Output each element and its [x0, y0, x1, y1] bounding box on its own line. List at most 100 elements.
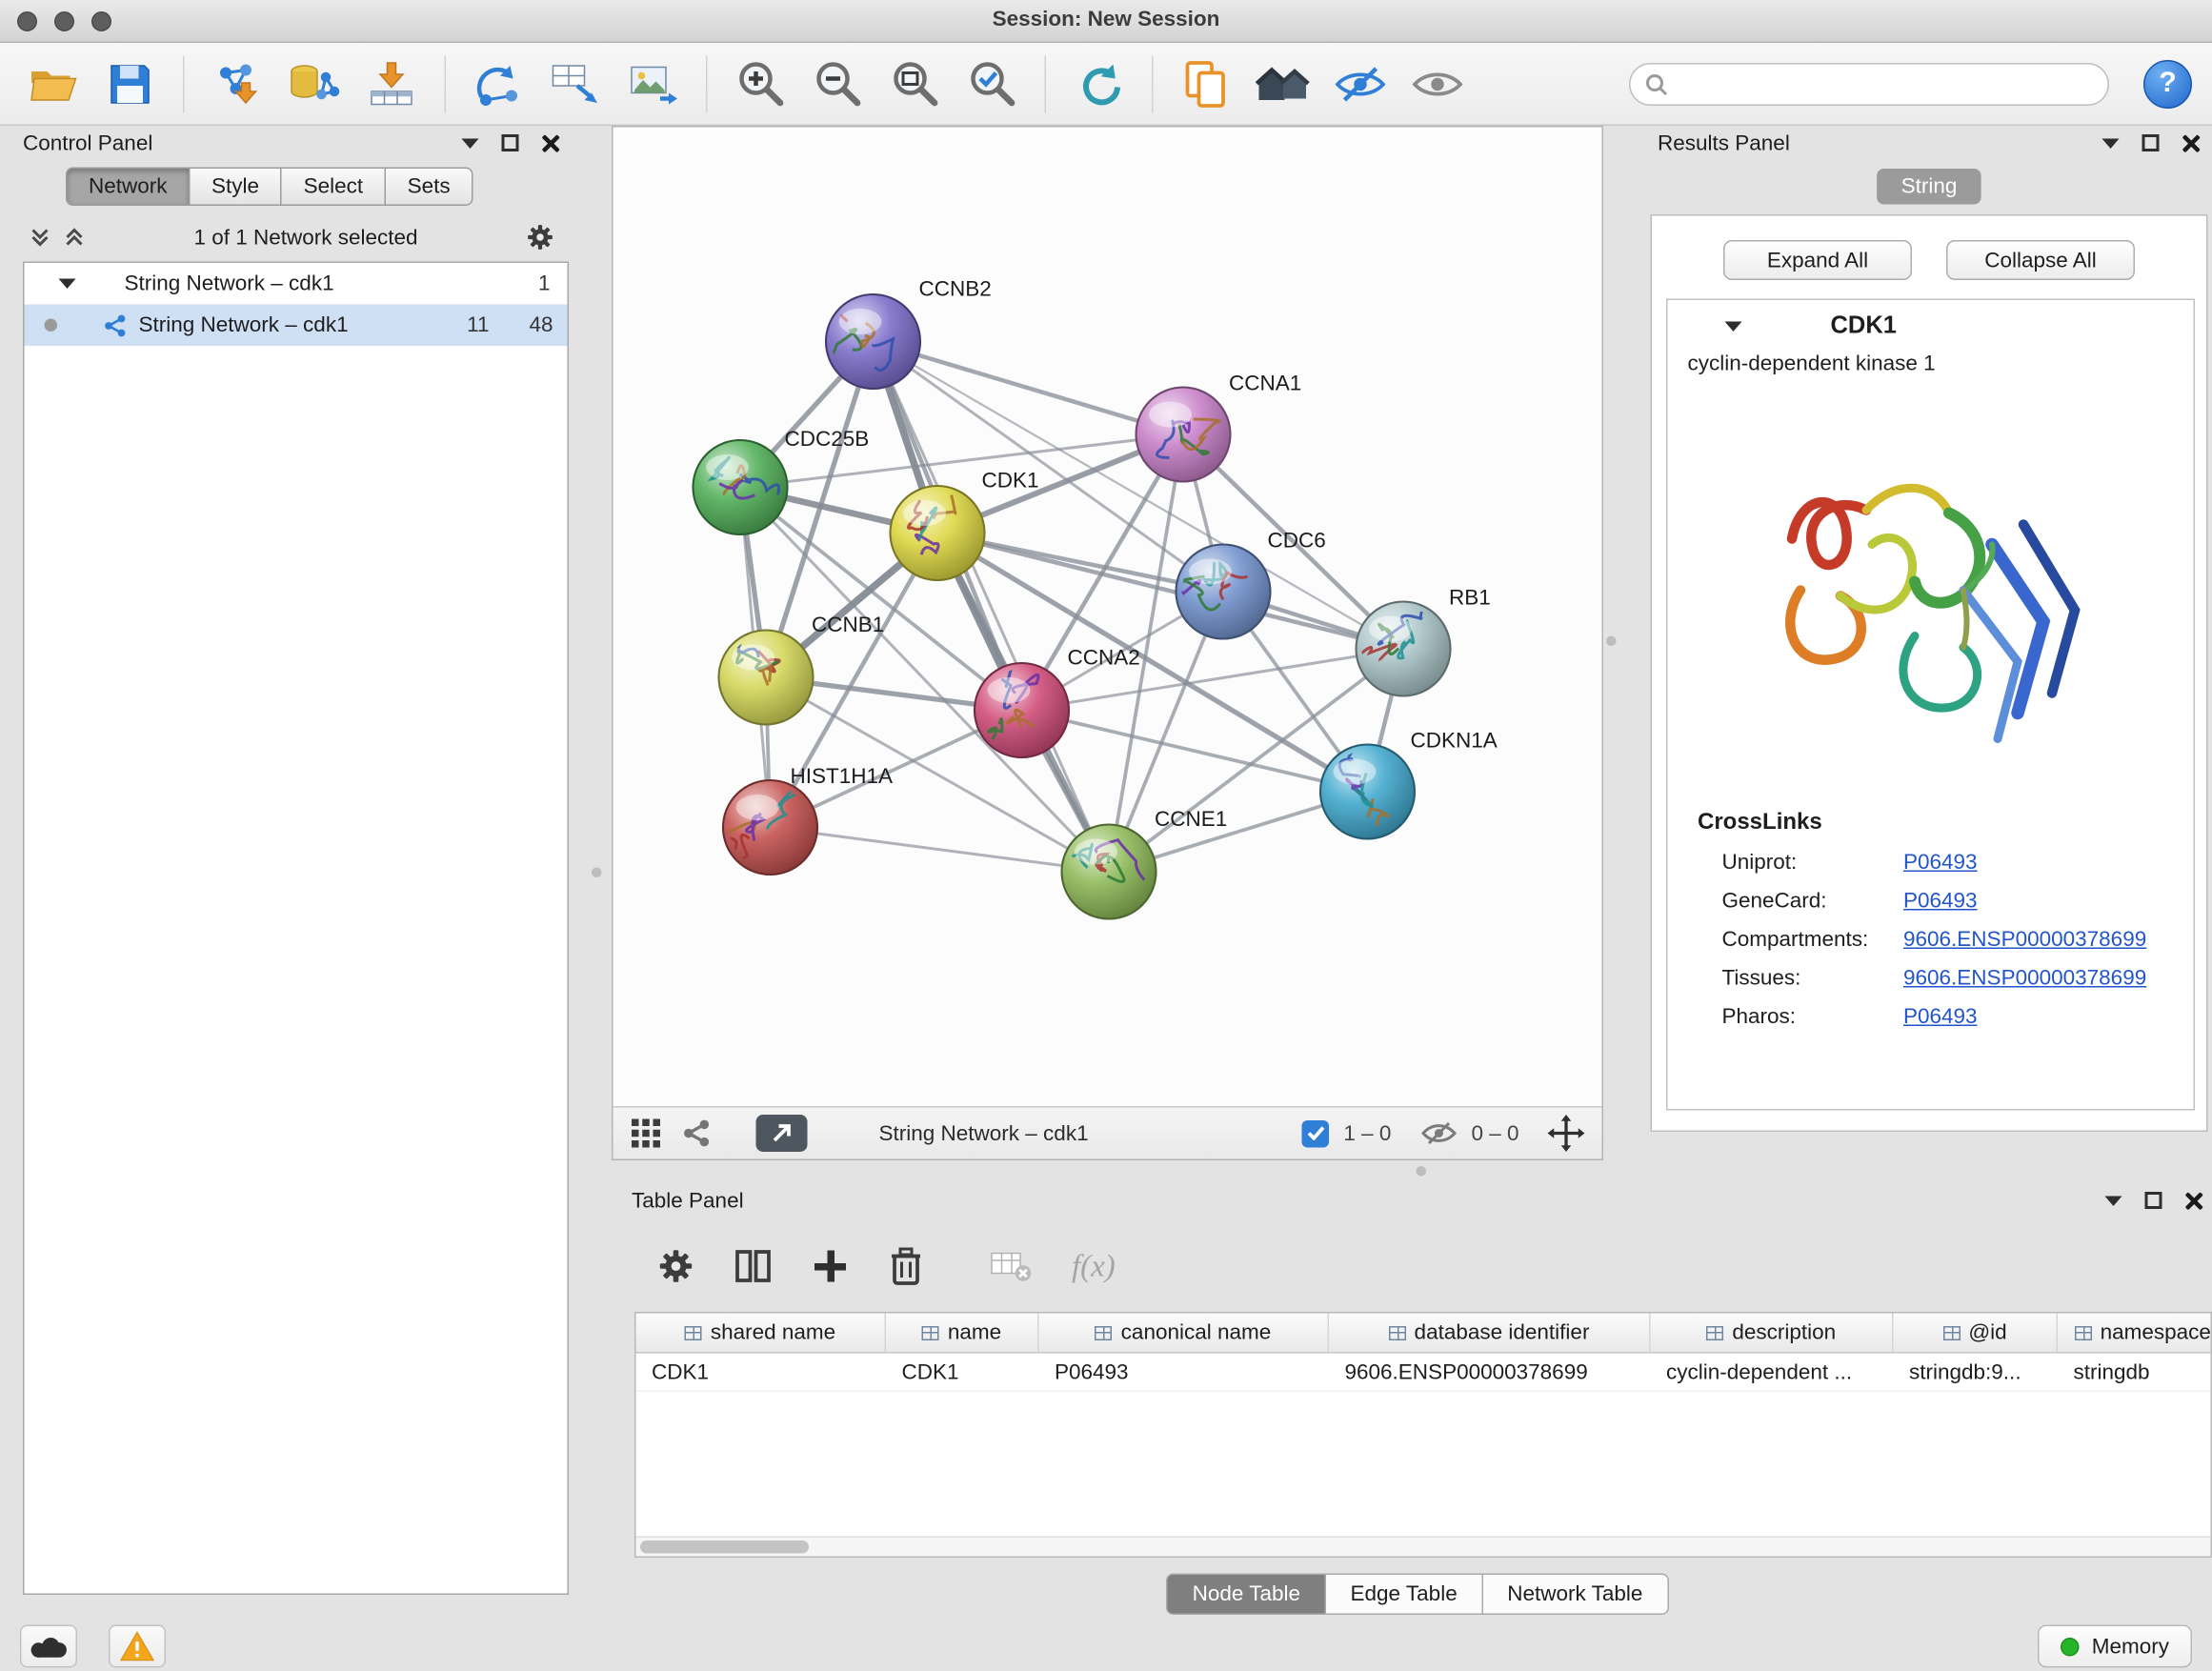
results-panel-maximize-button[interactable]	[2142, 134, 2160, 151]
show-columns-icon[interactable]	[734, 1248, 772, 1285]
zoom-selected-button[interactable]	[959, 50, 1025, 116]
column-header-description[interactable]: description	[1651, 1314, 1894, 1353]
crosslink-link[interactable]: 9606.ENSP00000378699	[1903, 928, 2146, 953]
right-splitter-handle[interactable]	[1606, 636, 1617, 647]
import-network-from-database-button[interactable]	[282, 50, 348, 116]
export-image-button[interactable]	[620, 50, 686, 116]
show-all-button[interactable]	[1405, 50, 1471, 116]
cp-tab-network[interactable]: Network	[66, 168, 191, 207]
table-horizontal-scrollbar[interactable]	[636, 1537, 2211, 1557]
crosslink-link[interactable]: 9606.ENSP00000378699	[1903, 966, 2146, 991]
table-cell[interactable]: CDK1	[636, 1354, 887, 1391]
node-CCNA2[interactable]	[975, 663, 1069, 757]
save-session-button[interactable]	[97, 50, 163, 116]
edge-CDK1-RB1[interactable]	[937, 534, 1403, 650]
control-panel-close-button[interactable]	[542, 133, 561, 152]
import-network-from-file-button[interactable]	[205, 50, 271, 116]
results-panel-float-button[interactable]	[2102, 138, 2120, 149]
tp-tab-node-table[interactable]: Node Table	[1167, 1574, 1326, 1616]
crosslink-link[interactable]: P06493	[1903, 851, 1978, 876]
crosslink-link[interactable]: P06493	[1903, 889, 1978, 914]
edge-CCNB2-CCNA1[interactable]	[874, 342, 1184, 435]
column-header-shared-name[interactable]: shared name	[636, 1314, 887, 1353]
tp-tab-network-table[interactable]: Network Table	[1483, 1574, 1669, 1616]
network-view-share-icon[interactable]	[682, 1117, 714, 1149]
cloud-status-button[interactable]	[20, 1625, 77, 1668]
table-row[interactable]: CDK1CDK1P064939606.ENSP00000378699cyclin…	[636, 1354, 2211, 1393]
network-row[interactable]: String Network – cdk1 11 48	[25, 305, 568, 347]
node-CCNB1[interactable]	[719, 628, 814, 724]
tree-expand-caret[interactable]	[59, 279, 76, 290]
selected-nodes-checkbox[interactable]	[1302, 1119, 1330, 1147]
horizontal-splitter-handle[interactable]	[1417, 1166, 1427, 1177]
edge-CCNB2-CCNE1[interactable]	[874, 342, 1110, 873]
column-header-name[interactable]: name	[886, 1314, 1039, 1353]
network-label: String Network – cdk1	[139, 313, 468, 338]
control-panel-maximize-button[interactable]	[502, 134, 519, 151]
crosslink-link[interactable]: P06493	[1903, 1005, 1978, 1030]
column-header-database-identifier[interactable]: database identifier	[1329, 1314, 1651, 1353]
node-CDC25B[interactable]	[694, 440, 788, 534]
table-panel-maximize-button[interactable]	[2145, 1192, 2162, 1209]
table-cell[interactable]: P06493	[1039, 1354, 1330, 1391]
expand-all-button[interactable]: Expand All	[1723, 240, 1912, 280]
memory-button[interactable]: Memory	[2038, 1625, 2192, 1668]
new-network-from-selection-button[interactable]	[543, 50, 609, 116]
node-RB1[interactable]	[1357, 599, 1451, 695]
cp-tab-style[interactable]: Style	[191, 168, 283, 207]
add-column-icon[interactable]	[812, 1248, 849, 1285]
edge-HIST1H1A-CCNE1[interactable]	[771, 828, 1110, 873]
table-panel-close-button[interactable]	[2185, 1191, 2204, 1210]
zoom-out-button[interactable]	[805, 50, 871, 116]
table-cell[interactable]: cyclin-dependent ...	[1651, 1354, 1894, 1391]
new-network-button[interactable]	[466, 50, 532, 116]
zoom-fit-button[interactable]	[882, 50, 948, 116]
table-cell[interactable]: 9606.ENSP00000378699	[1329, 1354, 1651, 1391]
cp-tab-sets[interactable]: Sets	[386, 168, 473, 207]
column-header--id[interactable]: @id	[1894, 1314, 2059, 1353]
open-session-button[interactable]	[20, 50, 86, 116]
hidden-elements-eye-icon[interactable]	[1419, 1119, 1457, 1148]
node-CCNA1[interactable]	[1136, 388, 1231, 482]
grid-view-icon[interactable]	[631, 1117, 662, 1149]
zoom-in-button[interactable]	[728, 50, 794, 116]
delete-column-trash-icon[interactable]	[889, 1246, 923, 1286]
column-header-canonical-name[interactable]: canonical name	[1039, 1314, 1330, 1353]
apply-layout-button[interactable]	[1066, 50, 1132, 116]
tp-tab-edge-table[interactable]: Edge Table	[1326, 1574, 1483, 1616]
import-table-from-file-button[interactable]	[359, 50, 425, 116]
node-CDK1[interactable]	[891, 486, 985, 580]
annotations-button[interactable]	[1174, 50, 1239, 116]
node-CDC6[interactable]	[1176, 545, 1270, 639]
node-CCNB2[interactable]	[812, 294, 920, 389]
left-splitter-handle[interactable]	[592, 868, 602, 878]
collapse-all-button[interactable]: Collapse All	[1946, 240, 2135, 280]
table-settings-gear-icon[interactable]	[657, 1248, 694, 1285]
hide-selected-button[interactable]	[1328, 50, 1394, 116]
node-CCNE1[interactable]	[1062, 825, 1156, 919]
node-CDKN1A[interactable]	[1320, 745, 1415, 839]
string-results-tab[interactable]: String	[1877, 169, 1981, 205]
table-cell[interactable]: CDK1	[886, 1354, 1039, 1391]
help-button[interactable]: ?	[2143, 59, 2192, 108]
cp-tab-select[interactable]: Select	[282, 168, 386, 207]
detach-view-button[interactable]	[756, 1115, 808, 1152]
network-options-gear-icon[interactable]	[526, 223, 554, 252]
table-panel-float-button[interactable]	[2105, 1196, 2122, 1206]
network-collection-row[interactable]: String Network – cdk1 1	[25, 263, 568, 305]
protein-collapse-caret[interactable]	[1725, 321, 1742, 332]
expand-all-tree-icon[interactable]	[63, 226, 86, 249]
network-canvas[interactable]: CCNB2CCNA1CDC25BCDK1CDC6RB1CCNB1CCNA2CDK…	[613, 128, 1602, 1107]
node-HIST1H1A[interactable]	[714, 780, 817, 875]
pan-crosshair-icon[interactable]	[1548, 1115, 1585, 1152]
table-cell[interactable]: stringdb	[2058, 1354, 2212, 1391]
birdseye-home-button[interactable]	[1251, 50, 1317, 116]
search-input[interactable]	[1678, 72, 2094, 95]
results-panel-close-button[interactable]	[2182, 133, 2202, 152]
table-cell[interactable]: stringdb:9...	[1894, 1354, 2059, 1391]
collapse-all-tree-icon[interactable]	[29, 226, 51, 249]
scrollbar-thumb[interactable]	[640, 1540, 809, 1554]
column-header-namespace[interactable]: namespace	[2058, 1314, 2212, 1353]
control-panel-float-button[interactable]	[462, 138, 479, 149]
warning-status-button[interactable]	[109, 1625, 166, 1668]
